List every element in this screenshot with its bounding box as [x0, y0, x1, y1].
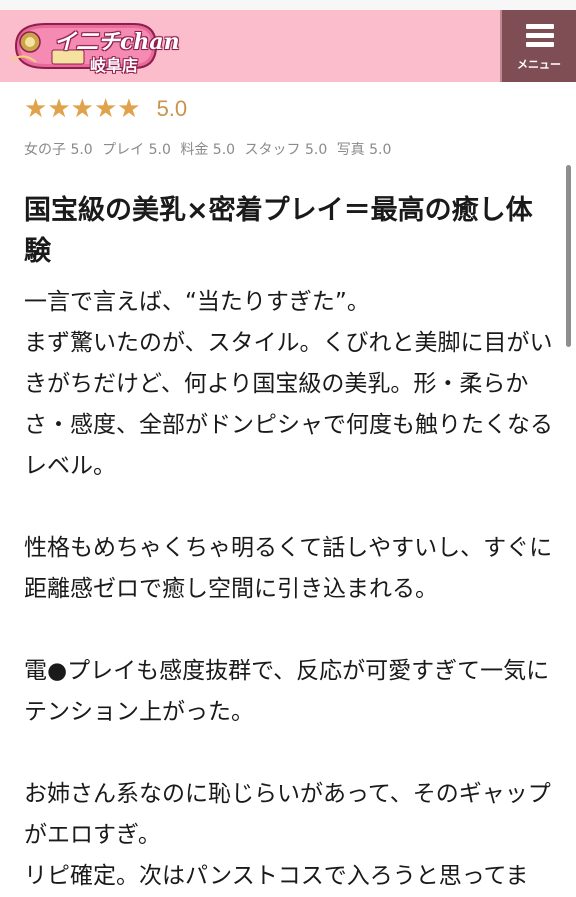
- star-icon: ★: [47, 94, 71, 124]
- menu-label: メニュー: [517, 58, 561, 71]
- review-paragraph: まず驚いたのが、スタイル。くびれと美脚に目がいきがちだけど、何より国宝級の美乳。…: [24, 330, 553, 479]
- sub-rating-staff: スタッフ 5.0: [244, 142, 328, 158]
- review-paragraph: 電●プレイも感度抜群で、反応が可愛すぎて一気にテンション上がった。: [24, 658, 550, 725]
- site-header: イ二チchan 岐阜店 メニュー: [0, 10, 576, 82]
- logo-branch: 岐阜店: [90, 56, 139, 75]
- site-logo[interactable]: イ二チchan 岐阜店: [6, 16, 180, 76]
- scrollbar[interactable]: [566, 165, 571, 347]
- star-icon: ★: [117, 94, 141, 124]
- sub-rating-price: 料金 5.0: [180, 142, 236, 158]
- review-body: 一言で言えば、“当たりすぎた”。 まず驚いたのが、スタイル。くびれと美脚に目がい…: [24, 282, 554, 897]
- star-icon: ★: [24, 94, 48, 124]
- hamburger-icon: [526, 24, 554, 48]
- menu-button[interactable]: メニュー: [500, 10, 576, 82]
- overall-rating: ★ ★ ★ ★ ★ 5.0: [24, 94, 187, 124]
- sub-rating-play: プレイ 5.0: [102, 142, 171, 158]
- sub-ratings: 女の子 5.0 プレイ 5.0 料金 5.0 スタッフ 5.0 写真 5.0: [24, 139, 396, 159]
- sub-rating-photo: 写真 5.0: [336, 142, 392, 158]
- rating-score: 5.0: [156, 96, 188, 121]
- review-paragraph: リピ確定。次はパンストコスで入ろうと思ってま: [24, 863, 529, 889]
- star-icon: ★: [93, 94, 118, 124]
- review-paragraph: お姉さん系なのに恥じらいがあって、そのギャップがエロすぎ。: [24, 781, 551, 848]
- review-paragraph: 一言で言えば、“当たりすぎた”。: [24, 289, 370, 315]
- sub-rating-girl: 女の子 5.0: [24, 142, 93, 158]
- star-icon: ★: [70, 94, 94, 124]
- review-paragraph: 性格もめちゃくちゃ明るくて話しやすいし、すぐに距離感ゼロで癒し空間に引き込まれる…: [24, 535, 553, 602]
- review-title: 国宝級の美乳×密着プレイ＝最高の癒し体験: [24, 195, 533, 267]
- top-strip: [0, 0, 576, 10]
